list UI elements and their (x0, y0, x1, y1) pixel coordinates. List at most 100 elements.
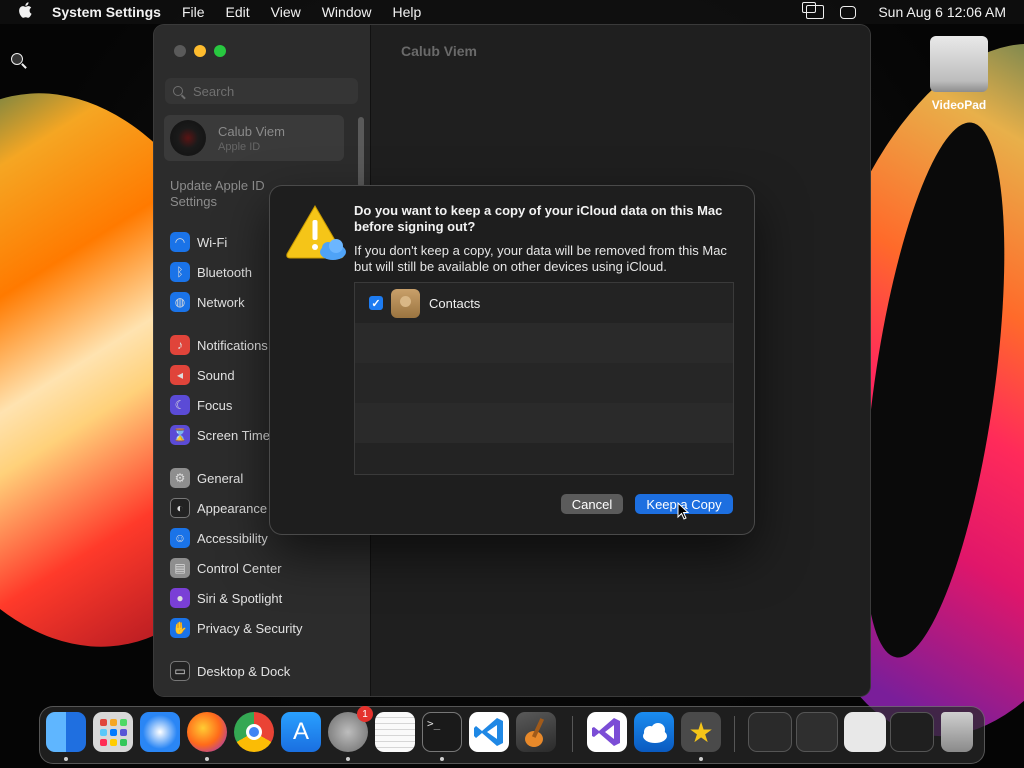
sidebar-search-field[interactable]: Search (165, 78, 358, 104)
weather-icon[interactable] (634, 712, 674, 752)
sidebar-item-label: Control Center (197, 560, 282, 576)
running-indicator (440, 757, 444, 761)
sidebar-item-label: Wi-Fi (197, 234, 228, 250)
sidebar-apple-id-account[interactable]: Calub Viem Apple ID (164, 115, 344, 161)
menu-window[interactable]: Window (322, 4, 372, 20)
finder-icon[interactable] (46, 712, 86, 752)
bell-icon: ♪ (170, 335, 190, 355)
account-name: Calub Viem (218, 123, 285, 139)
sidebar-item-network[interactable]: ◍ Network (170, 291, 245, 313)
control-center-icon[interactable] (840, 5, 857, 19)
sidebar-item-siri-spotlight[interactable]: ● Siri & Spotlight (170, 587, 282, 609)
sidebar-scrollbar[interactable] (358, 117, 364, 187)
textedit-icon[interactable] (375, 712, 415, 752)
sidebar-item-notifications[interactable]: ♪ Notifications (170, 334, 268, 356)
sidebar-item-sound[interactable]: ◂ Sound (170, 364, 235, 386)
sidebar-item-label: Notifications (197, 337, 268, 353)
update-apple-id-settings-link[interactable]: Update Apple ID Settings (170, 178, 280, 210)
menu-file[interactable]: File (182, 4, 205, 20)
siri-icon: ● (170, 588, 190, 608)
cancel-button[interactable]: Cancel (561, 494, 623, 514)
running-indicator (346, 757, 350, 761)
dock-separator (734, 716, 735, 752)
sidebar-item-label: Appearance (197, 500, 268, 516)
menu-view[interactable]: View (271, 4, 301, 20)
contacts-icon (391, 288, 420, 318)
search-icon (173, 86, 183, 96)
menu-bar-extras: Sun Aug 6 12:06 AM (11, 2, 1006, 65)
trash-icon[interactable] (941, 712, 973, 752)
menu-help[interactable]: Help (393, 4, 422, 20)
moon-icon: ☾ (170, 395, 190, 415)
contacts-checkbox[interactable]: ✓ (369, 296, 383, 310)
accessibility-icon: ☺ (170, 528, 190, 548)
window-thumbnail-2[interactable] (796, 712, 838, 752)
sidebar-item-label: Privacy & Security (197, 620, 303, 636)
window-controls (174, 45, 226, 57)
app-store-icon[interactable]: A (281, 712, 321, 752)
list-empty-row (355, 323, 733, 363)
sidebar-item-general[interactable]: ⚙ General (170, 467, 243, 489)
sidebar-item-desktop-dock[interactable]: ▭ Desktop & Dock (170, 660, 290, 682)
apple-menu-icon[interactable] (18, 2, 38, 22)
data-items-list: ✓ Contacts (354, 282, 734, 475)
list-item-label: Contacts (429, 295, 481, 311)
launchpad-icon[interactable] (93, 712, 133, 752)
page-title: Calub Viem (401, 43, 477, 59)
reeder-icon[interactable]: ★ (681, 712, 721, 752)
menu-bar-clock[interactable]: Sun Aug 6 12:06 AM (878, 4, 1006, 20)
sidebar-item-label: Network (197, 294, 245, 310)
notification-badge: 1 (357, 706, 373, 722)
sidebar-item-label: Bluetooth (197, 264, 252, 280)
appearance-icon: ◐ (170, 498, 190, 518)
wifi-icon: ◠ (170, 232, 190, 252)
external-drive-icon (930, 36, 988, 92)
sidebar-item-appearance[interactable]: ◐ Appearance (170, 497, 267, 519)
menu-app-name[interactable]: System Settings (52, 4, 161, 20)
window-thumbnail-4[interactable] (890, 712, 934, 752)
desktop-drive-videopad[interactable]: VideoPad (926, 36, 992, 112)
dock: A 1 >_ ★ (39, 706, 985, 764)
garageband-icon[interactable] (516, 712, 556, 752)
sidebar-item-privacy-security[interactable]: ✋ Privacy & Security (170, 617, 302, 639)
mouse-pointer-icon (677, 501, 690, 520)
safari-icon[interactable] (140, 712, 180, 752)
sidebar-item-wifi[interactable]: ◠ Wi-Fi (170, 231, 227, 253)
menu-edit[interactable]: Edit (226, 4, 250, 20)
list-item-contacts[interactable]: ✓ Contacts (355, 283, 733, 323)
account-subtitle: Apple ID (218, 140, 261, 153)
running-indicator (205, 757, 209, 761)
screen-mirroring-icon[interactable] (802, 2, 825, 19)
window-thumbnail-3[interactable] (844, 712, 886, 752)
search-placeholder: Search (193, 83, 235, 99)
zoom-window-button[interactable] (214, 45, 226, 57)
window-thumbnail-1[interactable] (748, 712, 792, 752)
gear-icon: ⚙ (170, 468, 190, 488)
visual-studio-icon[interactable] (587, 712, 627, 752)
dock-icon: ▭ (170, 661, 190, 681)
sidebar-item-accessibility[interactable]: ☺ Accessibility (170, 527, 268, 549)
sidebar-item-label: Screen Time (197, 427, 270, 443)
firefox-icon[interactable] (187, 712, 227, 752)
running-indicator (64, 757, 68, 761)
sidebar-item-screen-time[interactable]: ⌛ Screen Time (170, 424, 270, 446)
close-window-button[interactable] (174, 45, 186, 57)
hand-icon: ✋ (170, 618, 190, 638)
chrome-icon[interactable] (234, 712, 274, 752)
desktop-drive-label: VideoPad (931, 98, 987, 112)
vscode-icon[interactable] (469, 712, 509, 752)
control-center-icon: ▤ (170, 558, 190, 578)
sidebar-item-focus[interactable]: ☾ Focus (170, 394, 232, 416)
sidebar-item-label: Siri & Spotlight (197, 590, 283, 606)
sidebar-item-control-center[interactable]: ▤ Control Center (170, 557, 282, 579)
terminal-icon[interactable]: >_ (422, 712, 462, 752)
sidebar-item-label: Sound (197, 367, 235, 383)
sidebar-item-bluetooth[interactable]: ᛒ Bluetooth (170, 261, 252, 283)
globe-icon: ◍ (170, 292, 190, 312)
spotlight-search-icon[interactable] (11, 53, 23, 65)
minimize-window-button[interactable] (194, 45, 206, 57)
system-settings-icon[interactable]: 1 (328, 706, 373, 752)
hourglass-icon: ⌛ (170, 425, 190, 445)
dialog-message: If you don't keep a copy, your data will… (354, 243, 727, 274)
menu-bar: System Settings File Edit View Window He… (0, 0, 1024, 65)
